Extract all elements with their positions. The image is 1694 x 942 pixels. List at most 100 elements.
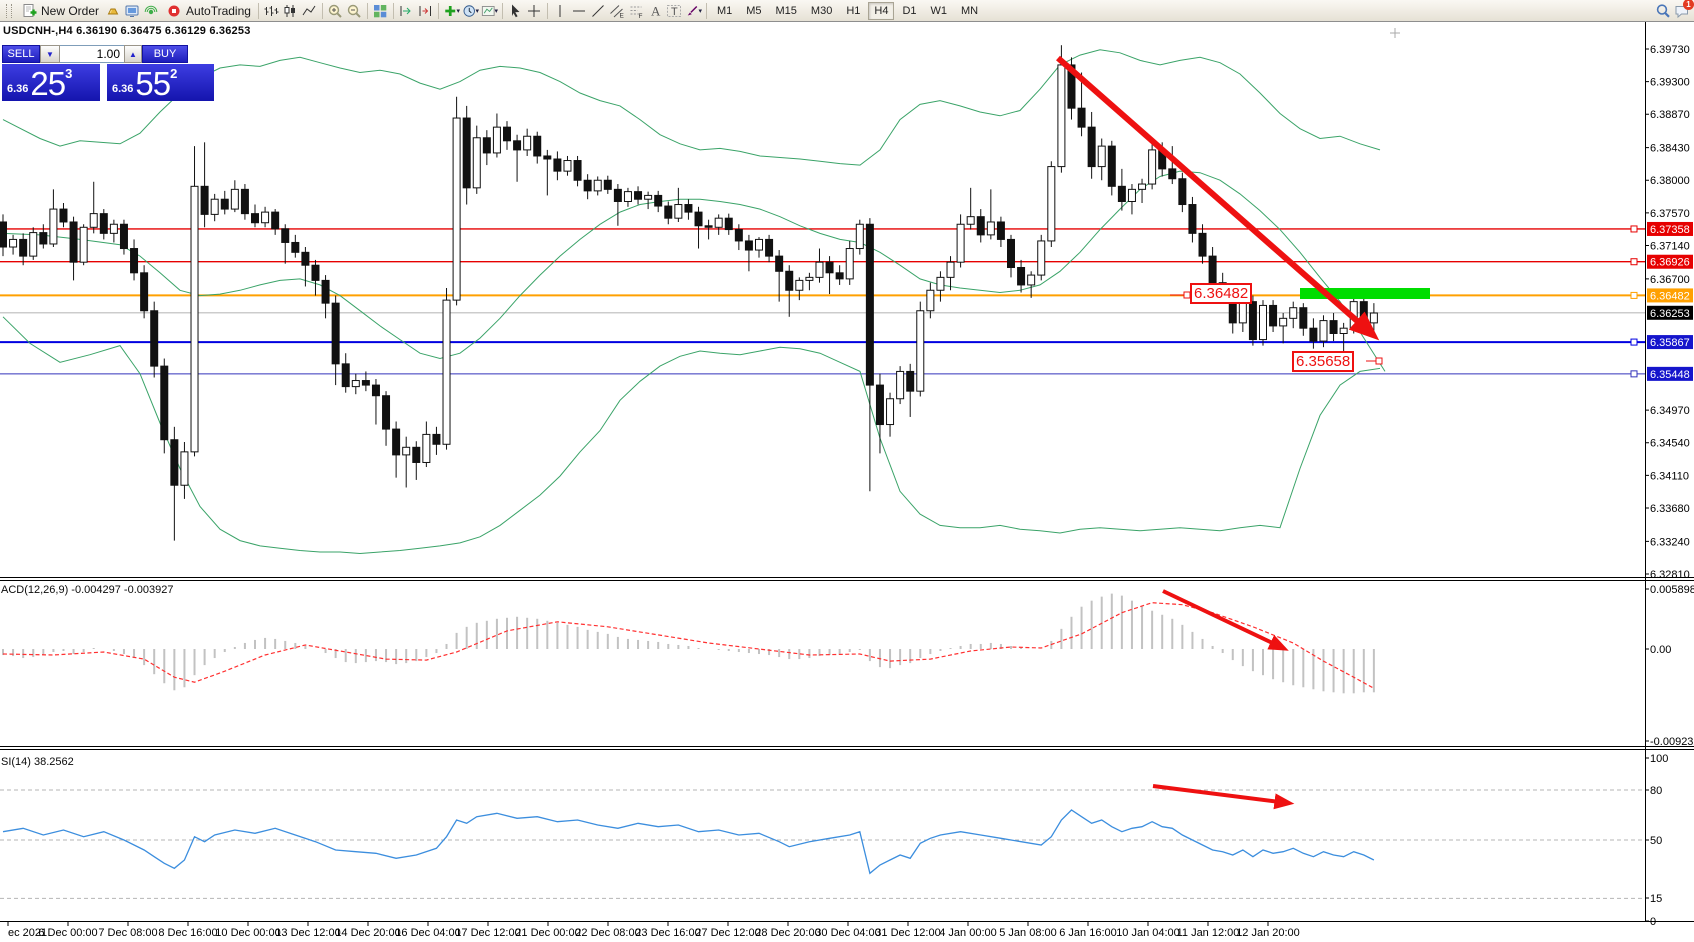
timeframe-w1[interactable]: W1 xyxy=(925,2,954,20)
chat-icon[interactable]: 1 xyxy=(1673,2,1690,19)
svg-text:13 Dec 12:00: 13 Dec 12:00 xyxy=(275,927,340,939)
svg-text:6 Jan 16:00: 6 Jan 16:00 xyxy=(1059,927,1117,939)
cursor-icon[interactable] xyxy=(507,2,524,19)
svg-text:21 Dec 00:00: 21 Dec 00:00 xyxy=(515,927,580,939)
fibonacci-icon[interactable]: F xyxy=(628,2,645,19)
equidistant-channel-icon[interactable]: E xyxy=(609,2,626,19)
svg-text:28 Dec 20:00: 28 Dec 20:00 xyxy=(755,927,820,939)
svg-text:6.36253: 6.36253 xyxy=(1650,308,1690,320)
chart-shift-icon[interactable] xyxy=(417,2,434,19)
search-icon[interactable] xyxy=(1654,2,1671,19)
svg-text:100: 100 xyxy=(1650,753,1668,765)
tile-windows-icon[interactable] xyxy=(372,2,389,19)
svg-text:5 Jan 08:00: 5 Jan 08:00 xyxy=(999,927,1057,939)
price-annotation-636482[interactable]: 6.36482 xyxy=(1190,283,1252,304)
timeframe-mn[interactable]: MN xyxy=(955,2,984,20)
svg-text:6.36482: 6.36482 xyxy=(1650,290,1690,302)
volume-input[interactable] xyxy=(60,45,124,63)
candlestick-chart-icon[interactable] xyxy=(282,2,299,19)
text-icon[interactable]: A xyxy=(647,2,664,19)
dropdown-caret-icon[interactable]: ▾ xyxy=(494,7,498,15)
chart-canvas[interactable]: 6.397306.393006.388706.384306.380006.375… xyxy=(0,0,1694,942)
timeframe-m1[interactable]: M1 xyxy=(711,2,738,20)
svg-text:27 Dec 12:00: 27 Dec 12:00 xyxy=(695,927,760,939)
svg-text:6.37358: 6.37358 xyxy=(1650,224,1690,236)
svg-text:17 Dec 12:00: 17 Dec 12:00 xyxy=(455,927,520,939)
vertical-line-icon[interactable] xyxy=(552,2,569,19)
buy-price-box[interactable]: 6.36 55 2 xyxy=(107,64,214,101)
crosshair-icon[interactable] xyxy=(526,2,543,19)
horizontal-line-icon[interactable] xyxy=(571,2,588,19)
timeframe-h4[interactable]: H4 xyxy=(868,2,894,20)
svg-text:16 Dec 04:00: 16 Dec 04:00 xyxy=(395,927,460,939)
svg-text:10 Jan 04:00: 10 Jan 04:00 xyxy=(1116,927,1180,939)
zoom-in-icon[interactable] xyxy=(327,2,344,19)
svg-text:6.37570: 6.37570 xyxy=(1650,208,1690,220)
svg-text:6 Dec 00:00: 6 Dec 00:00 xyxy=(38,927,97,939)
toolbar-handle[interactable] xyxy=(6,4,12,18)
price-annotation-635658[interactable]: 6.35658 xyxy=(1292,351,1354,372)
autotrading-button[interactable]: AutoTrading xyxy=(160,1,255,20)
auto-scroll-icon[interactable] xyxy=(398,2,415,19)
buy-button[interactable]: BUY xyxy=(142,45,188,63)
experts-icon[interactable] xyxy=(123,2,140,19)
svg-text:T: T xyxy=(671,6,678,18)
svg-text:F: F xyxy=(639,13,643,19)
svg-text:6.36700: 6.36700 xyxy=(1650,274,1690,286)
svg-text:10 Dec 00:00: 10 Dec 00:00 xyxy=(215,927,280,939)
timeframe-m15[interactable]: M15 xyxy=(770,2,803,20)
sell-price-box[interactable]: 6.36 25 3 xyxy=(2,64,100,101)
text-label-icon[interactable]: T xyxy=(666,2,683,19)
sell-price-pip: 3 xyxy=(65,66,72,81)
chart-symbol-ohlc: USDCNH-,H4 6.36190 6.36475 6.36129 6.362… xyxy=(3,25,251,37)
timeframe-h1[interactable]: H1 xyxy=(840,2,866,20)
toolbar-separator xyxy=(367,3,368,19)
svg-text:6.38870: 6.38870 xyxy=(1650,109,1690,121)
svg-text:6.38430: 6.38430 xyxy=(1650,143,1690,155)
svg-text:6.37140: 6.37140 xyxy=(1650,240,1690,252)
volume-increase-button[interactable]: ▲ xyxy=(124,45,142,63)
svg-text:-0.009232: -0.009232 xyxy=(1650,736,1694,748)
svg-text:E: E xyxy=(620,12,625,19)
caret-up-icon: ▲ xyxy=(129,50,137,59)
timeframe-m30[interactable]: M30 xyxy=(805,2,838,20)
sell-price-prefix: 6.36 xyxy=(7,83,28,95)
svg-text:14 Dec 20:00: 14 Dec 20:00 xyxy=(335,927,400,939)
dropdown-caret-icon[interactable]: ▾ xyxy=(475,7,479,15)
svg-text:0.00: 0.00 xyxy=(1650,644,1671,656)
bar-chart-icon[interactable] xyxy=(263,2,280,19)
neworder-icon xyxy=(20,2,37,19)
timeframe-d1[interactable]: D1 xyxy=(896,2,922,20)
toolbar: New Order AutoTrading ▾ ▾ ▾ E FAT ▾ M1M5M15M30H1… xyxy=(0,0,1694,22)
caret-down-icon: ▼ xyxy=(46,50,54,59)
templates-icon[interactable]: ▾ xyxy=(481,2,498,19)
line-chart-icon[interactable] xyxy=(301,2,318,19)
signals-icon[interactable] xyxy=(142,2,159,19)
timeframe-m5[interactable]: M5 xyxy=(740,2,767,20)
dropdown-caret-icon[interactable]: ▾ xyxy=(456,7,460,15)
svg-text:8 Dec 16:00: 8 Dec 16:00 xyxy=(158,927,217,939)
dropdown-caret-icon[interactable]: ▾ xyxy=(698,7,702,15)
svg-text:11 Jan 12:00: 11 Jan 12:00 xyxy=(1177,927,1240,939)
svg-text:6.39730: 6.39730 xyxy=(1650,44,1690,56)
svg-text:50: 50 xyxy=(1650,835,1662,847)
buy-price-pip: 2 xyxy=(170,66,177,81)
periods-icon[interactable]: ▾ xyxy=(462,2,479,19)
market-gold-icon[interactable] xyxy=(104,2,121,19)
arrows-icon[interactable]: ▾ xyxy=(685,2,702,19)
new-order-button[interactable]: New Order xyxy=(15,1,103,20)
svg-text:6.34540: 6.34540 xyxy=(1650,438,1690,450)
toolbar-separator xyxy=(706,3,707,19)
volume-decrease-button[interactable]: ▼ xyxy=(40,45,60,63)
indicators-icon[interactable]: ▾ xyxy=(443,2,460,19)
svg-text:30 Dec 04:00: 30 Dec 04:00 xyxy=(815,927,880,939)
sell-button[interactable]: SELL xyxy=(2,45,40,63)
toolbar-separator xyxy=(322,3,323,19)
svg-text:22 Dec 08:00: 22 Dec 08:00 xyxy=(575,927,640,939)
trendline-icon[interactable] xyxy=(590,2,607,19)
svg-text:6.38000: 6.38000 xyxy=(1650,175,1690,187)
zoom-out-icon[interactable] xyxy=(346,2,363,19)
svg-text:6.34110: 6.34110 xyxy=(1650,470,1689,482)
svg-text:6.36926: 6.36926 xyxy=(1650,257,1690,269)
buy-price-prefix: 6.36 xyxy=(112,83,133,95)
